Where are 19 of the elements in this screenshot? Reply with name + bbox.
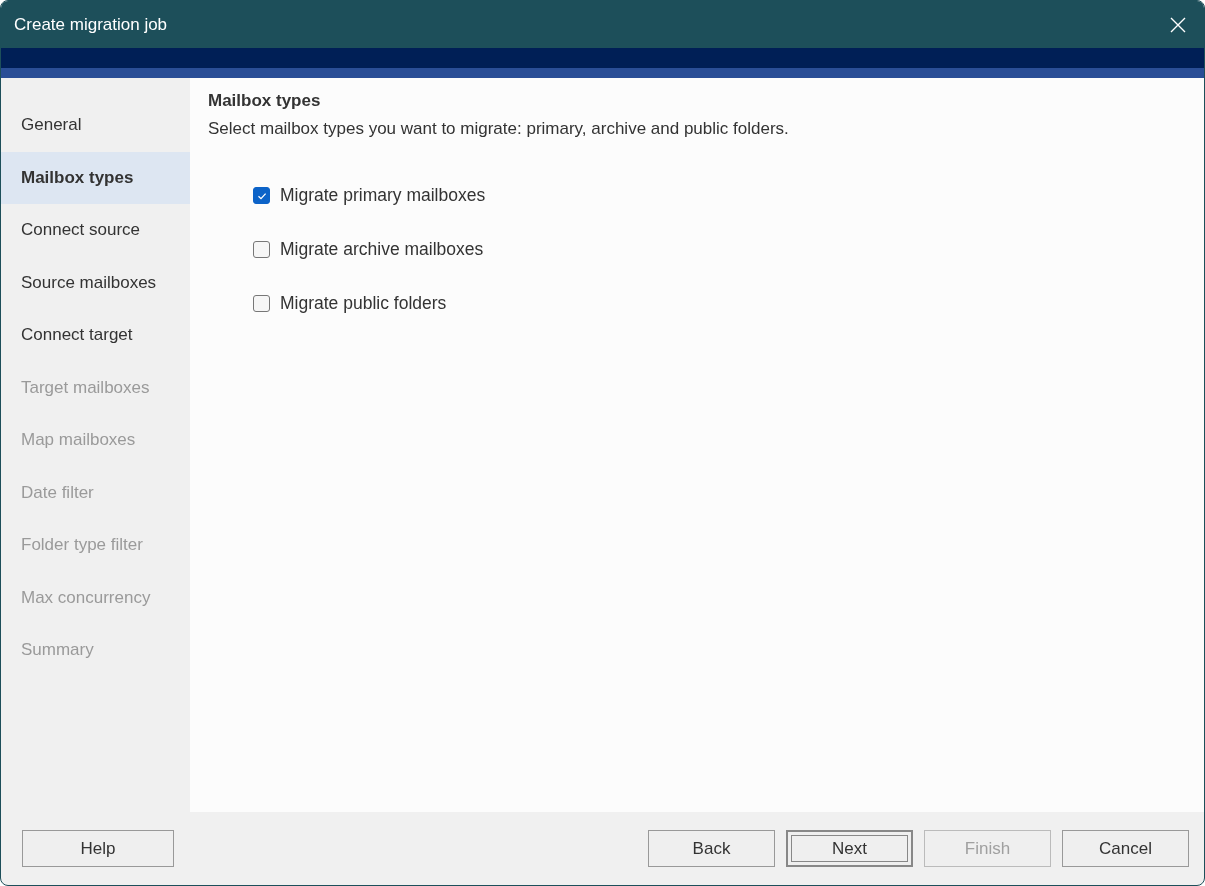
- window-title: Create migration job: [14, 14, 169, 35]
- checkbox[interactable]: [253, 241, 270, 258]
- sidebar-item[interactable]: Connect target: [1, 309, 190, 362]
- sidebar-item[interactable]: General: [1, 99, 190, 152]
- page-description: Select mailbox types you want to migrate: primary, archive and public folders.: [208, 119, 790, 139]
- sidebar-item[interactable]: Source mailboxes: [1, 256, 190, 309]
- help-button[interactable]: Help: [22, 830, 174, 867]
- close-icon[interactable]: [1170, 16, 1186, 33]
- page-heading: Mailbox types: [208, 91, 322, 111]
- dialog-button[interactable]: Back: [648, 830, 775, 867]
- checkbox-label[interactable]: Migrate archive mailboxes: [280, 239, 484, 260]
- checkbox-label[interactable]: Migrate public folders: [280, 293, 447, 314]
- checkbox[interactable]: [253, 187, 270, 204]
- dialog-button[interactable]: Cancel: [1062, 830, 1189, 867]
- checkbox[interactable]: [253, 295, 270, 312]
- sidebar-item[interactable]: Mailbox types: [1, 151, 190, 204]
- checkbox-label[interactable]: Migrate primary mailboxes: [280, 185, 486, 206]
- sidebar-item[interactable]: Connect source: [1, 204, 190, 257]
- dialog-button[interactable]: Next: [786, 830, 913, 867]
